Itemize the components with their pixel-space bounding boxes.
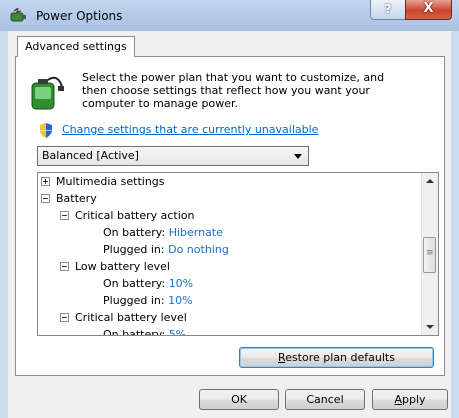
tree-item-label: Low battery level — [75, 260, 170, 273]
collapse-minus-icon[interactable] — [60, 261, 69, 271]
tree-scrollbar[interactable] — [421, 173, 438, 335]
tab-advanced-settings[interactable]: Advanced settings — [17, 36, 135, 57]
change-unavailable-settings-link[interactable]: Change settings that are currently unava… — [62, 123, 318, 136]
intro-line: Select the power plan that you want to c… — [82, 71, 385, 84]
setting-row-low-level-on-battery[interactable]: On battery: 10% — [103, 276, 193, 292]
tree-item-label: Multimedia settings — [56, 175, 165, 188]
setting-row-critical-action-on-battery[interactable]: On battery: Hibernate — [103, 225, 223, 241]
power-options-icon — [10, 8, 26, 22]
power-plan-select[interactable]: Balanced [Active] — [37, 146, 309, 166]
scroll-up-arrow-icon[interactable] — [426, 179, 434, 183]
setting-label: On battery: — [103, 226, 166, 239]
tree-item-label: Battery — [56, 192, 97, 205]
setting-label: Plugged in: — [103, 243, 165, 256]
setting-value[interactable]: 10% — [169, 277, 193, 290]
setting-row-low-level-plugged-in[interactable]: Plugged in: 10% — [103, 293, 193, 309]
cancel-button[interactable]: Cancel — [285, 389, 365, 410]
dialog-body: Advanced settings Select the power plan … — [8, 31, 451, 418]
title-bar: Power Options ? X — [0, 0, 459, 31]
setting-value[interactable]: Do nothing — [168, 243, 229, 256]
setting-row-critical-action-plugged-in[interactable]: Plugged in: Do nothing — [103, 242, 229, 258]
battery-plug-icon — [31, 76, 64, 110]
restore-plan-defaults-button[interactable]: Restore plan defaults — [239, 347, 434, 368]
setting-label: On battery: — [103, 277, 166, 290]
tree-item-critical-battery-level[interactable]: Critical battery level — [60, 310, 187, 326]
tree-item-label: Critical battery level — [75, 311, 187, 324]
button-label-part: estore plan defaults — [285, 351, 395, 364]
setting-value[interactable]: 5% — [169, 328, 186, 335]
button-label-part: pply — [402, 393, 426, 406]
setting-label: On battery: — [103, 328, 166, 336]
help-button[interactable]: ? — [370, 0, 406, 20]
setting-value[interactable]: Hibernate — [169, 226, 223, 239]
setting-value[interactable]: 10% — [168, 294, 192, 307]
settings-tree[interactable]: Multimedia settings Battery Critical bat… — [37, 172, 439, 336]
tree-item-multimedia[interactable]: Multimedia settings — [41, 174, 165, 190]
collapse-minus-icon[interactable] — [41, 193, 50, 203]
tree-item-low-battery-level[interactable]: Low battery level — [60, 259, 170, 275]
collapse-minus-icon[interactable] — [60, 312, 69, 322]
window-title: Power Options — [36, 9, 123, 23]
close-button[interactable]: X — [405, 0, 452, 20]
intro-line: then choose settings that reflect how yo… — [82, 84, 370, 97]
power-plan-value: Balanced [Active] — [42, 149, 139, 162]
ok-button[interactable]: OK — [199, 389, 279, 410]
expand-plus-icon[interactable] — [41, 176, 50, 186]
intro-line: computer to manage power. — [82, 97, 238, 110]
chevron-down-icon[interactable] — [294, 154, 302, 159]
tree-item-critical-battery-action[interactable]: Critical battery action — [60, 208, 194, 224]
scroll-down-arrow-icon[interactable] — [426, 325, 434, 329]
tree-item-battery[interactable]: Battery — [41, 191, 97, 207]
setting-label: Plugged in: — [103, 294, 165, 307]
collapse-minus-icon[interactable] — [60, 210, 69, 220]
intro-text: Select the power plan that you want to c… — [82, 71, 422, 110]
setting-row-critical-level-on-battery[interactable]: On battery: 5% — [103, 327, 186, 336]
button-accelerator: A — [394, 393, 402, 406]
apply-button[interactable]: Apply — [372, 389, 448, 410]
scrollbar-thumb[interactable] — [423, 237, 436, 273]
uac-shield-icon — [40, 123, 52, 138]
tree-item-label: Critical battery action — [75, 209, 195, 222]
